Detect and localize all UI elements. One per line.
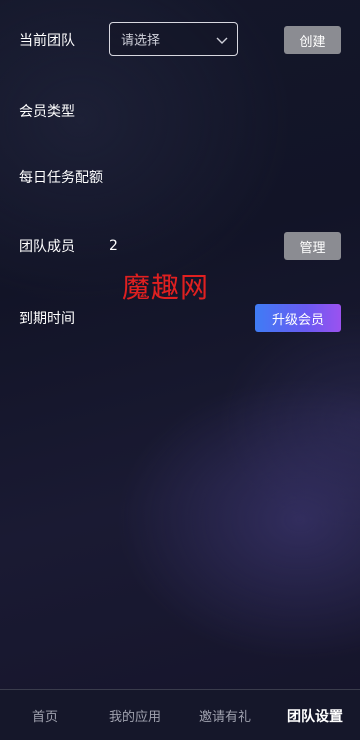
team-members-row: 团队成员 2 管理 (0, 226, 360, 266)
current-team-label: 当前团队 (19, 33, 75, 49)
tab-team-settings[interactable]: 团队设置 (270, 690, 360, 740)
tab-home[interactable]: 首页 (0, 690, 90, 740)
upgrade-membership-button[interactable]: 升级会员 (255, 304, 341, 332)
tab-my-apps[interactable]: 我的应用 (90, 690, 180, 740)
manage-members-button[interactable]: 管理 (284, 232, 341, 260)
current-team-row: 当前团队 请选择 创建 (0, 20, 360, 60)
member-type-row: 会员类型 (0, 91, 360, 131)
member-type-label: 会员类型 (19, 104, 75, 120)
team-members-count: 2 (109, 238, 118, 254)
expire-row: 到期时间 升级会员 (0, 298, 360, 338)
team-select-placeholder: 请选择 (121, 33, 161, 49)
expire-label: 到期时间 (19, 311, 75, 327)
tab-invite[interactable]: 邀请有礼 (180, 690, 270, 740)
team-select[interactable]: 请选择 (109, 22, 238, 56)
chevron-down-icon (216, 37, 228, 44)
team-members-label: 团队成员 (19, 239, 75, 255)
create-team-button[interactable]: 创建 (284, 26, 341, 54)
daily-quota-row: 每日任务配额 (0, 157, 360, 197)
bottom-tab-bar: 首页 我的应用 邀请有礼 团队设置 (0, 689, 360, 740)
daily-quota-label: 每日任务配额 (19, 170, 103, 186)
